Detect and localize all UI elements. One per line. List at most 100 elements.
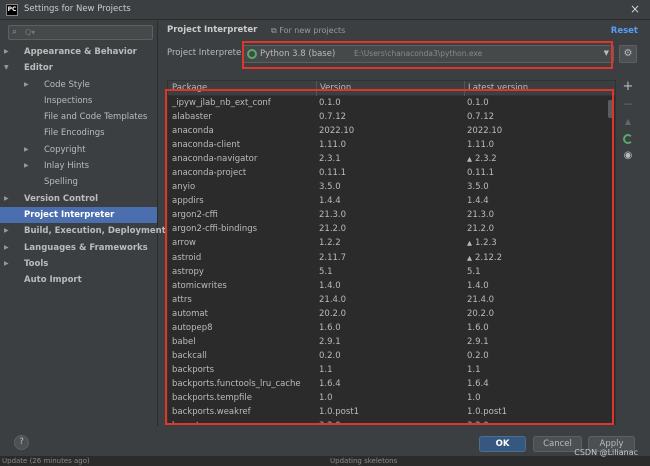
sidebar-item-tools[interactable]: ▶ Tools (0, 256, 157, 272)
table-row[interactable]: arrow 1.2.2 ▲ 1.2.3 (168, 236, 615, 250)
table-row[interactable]: astropy 5.1 5.1 (168, 265, 615, 279)
package-latest-version: 0.1.0 (467, 96, 489, 110)
package-name: astropy (172, 266, 204, 277)
chevron-down-icon[interactable]: ▼ (604, 49, 609, 57)
remove-package-icon[interactable]: − (619, 97, 637, 111)
sidebar-item-editor[interactable]: ▼ Editor (0, 60, 157, 76)
package-name: anaconda (172, 126, 214, 137)
gear-icon[interactable]: ⚙ (619, 45, 637, 63)
sidebar-item-copyright[interactable]: ▶ Copyright (0, 142, 157, 158)
settings-search-box[interactable]: ⌕ (8, 25, 153, 40)
table-row[interactable]: backports.tempfile 1.0 1.0 (168, 391, 615, 405)
sidebar-item-file-and-code-templates[interactable]: File and Code Templates (0, 109, 157, 125)
sidebar-item-spelling[interactable]: Spelling (0, 174, 157, 190)
sidebar-item-appearance-behavior[interactable]: ▶ Appearance & Behavior (0, 44, 157, 60)
package-name: appdirs (172, 196, 204, 207)
interpreter-dropdown[interactable]: Python 3.8 (base) E:\Users\chanaconda3\p… (242, 45, 614, 63)
table-row[interactable]: anaconda-navigator 2.3.1 ▲ 2.3.2 (168, 152, 615, 166)
latest-version-text: 1.11.0 (467, 140, 495, 151)
column-divider[interactable] (316, 81, 317, 96)
help-icon[interactable]: ? (14, 435, 29, 450)
table-row[interactable]: attrs 21.4.0 21.4.0 (168, 293, 615, 307)
sidebar-item-languages-frameworks[interactable]: ▶ Languages & Frameworks (0, 240, 157, 256)
package-version: 5.1 (319, 266, 333, 277)
table-row[interactable]: appdirs 1.4.4 1.4.4 (168, 194, 615, 208)
table-row[interactable]: anaconda-client 1.11.0 1.11.0 (168, 138, 615, 152)
table-row[interactable]: anaconda 2022.10 2022.10 (168, 124, 615, 138)
add-package-icon[interactable]: + (619, 80, 637, 94)
table-row[interactable]: babel 2.9.1 2.9.1 (168, 335, 615, 349)
table-row[interactable]: backports.functools_lru_cache 1.6.4 1.6.4 (168, 377, 615, 391)
table-row[interactable]: anaconda-project 0.11.1 0.11.1 (168, 166, 615, 180)
sidebar-item-inlay-hints[interactable]: ▶ Inlay Hints (0, 158, 157, 174)
latest-version-text: 2.3.2 (475, 154, 497, 165)
reset-link[interactable]: Reset (611, 26, 638, 36)
latest-version-text: 0.7.12 (467, 112, 495, 123)
chevron-right-icon[interactable]: ▶ (4, 44, 9, 60)
package-name: argon2-cffi (172, 210, 218, 221)
table-row[interactable]: backcall 0.2.0 0.2.0 (168, 349, 615, 363)
latest-version-text: 21.3.0 (467, 210, 495, 221)
package-name: astroid (172, 252, 202, 263)
table-row[interactable]: astroid 2.11.7 ▲ 2.12.2 (168, 251, 615, 265)
interpreter-path: E:\Users\chanaconda3\python.exe (354, 49, 483, 58)
chevron-down-icon[interactable]: ▼ (4, 60, 9, 76)
packages-table: Package Version Latest version _ipyw_jla… (167, 80, 616, 425)
table-row[interactable]: bcrypt 3.2.0 3.2.0 (168, 419, 615, 424)
package-version: 21.3.0 (319, 210, 347, 221)
sidebar-item-auto-import[interactable]: Auto Import (0, 272, 157, 288)
sidebar-item-build-execution-deployment[interactable]: ▶ Build, Execution, Deployment (0, 223, 166, 239)
sidebar-item-version-control[interactable]: ▶ Version Control (0, 191, 157, 207)
ok-button[interactable]: OK (479, 436, 526, 452)
package-latest-version: 1.0.post1 (467, 405, 507, 419)
package-version: 0.2.0 (319, 350, 341, 361)
settings-search-input[interactable] (25, 26, 150, 39)
sidebar-item-project-interpreter[interactable]: Project Interpreter (0, 206, 157, 224)
package-name: autopep8 (172, 322, 213, 333)
latest-version-text: 1.0.post1 (467, 407, 507, 418)
column-header-latest-version[interactable]: Latest version (468, 83, 528, 93)
table-row[interactable]: automat 20.2.0 20.2.0 (168, 307, 615, 321)
table-row[interactable]: argon2-cffi 21.3.0 21.3.0 (168, 208, 615, 222)
chevron-right-icon[interactable]: ▶ (24, 158, 29, 174)
title-bar: PC Settings for New Projects × (0, 0, 650, 20)
table-row[interactable]: alabaster 0.7.12 0.7.12 (168, 110, 615, 124)
chevron-right-icon[interactable]: ▶ (4, 240, 9, 256)
table-row[interactable]: autopep8 1.6.0 1.6.0 (168, 321, 615, 335)
table-row[interactable]: backports.weakref 1.0.post1 1.0.post1 (168, 405, 615, 419)
table-row[interactable]: atomicwrites 1.4.0 1.4.0 (168, 279, 615, 293)
table-row[interactable]: argon2-cffi-bindings 21.2.0 21.2.0 (168, 222, 615, 236)
package-name: anaconda-navigator (172, 154, 258, 165)
column-header-version[interactable]: Version (320, 83, 351, 93)
chevron-right-icon[interactable]: ▶ (4, 191, 9, 207)
package-name: attrs (172, 294, 192, 305)
package-latest-version: 5.1 (467, 265, 481, 279)
package-version: 21.2.0 (319, 224, 347, 235)
sidebar-item-code-style[interactable]: ▶ Code Style (0, 77, 157, 93)
latest-version-text: 3.2.0 (467, 421, 489, 424)
column-header-package[interactable]: Package (172, 83, 207, 93)
chevron-right-icon[interactable]: ▶ (4, 223, 9, 239)
package-version: 2.3.1 (319, 154, 341, 165)
close-icon[interactable]: × (630, 2, 640, 16)
sidebar-item-inspections[interactable]: Inspections (0, 93, 157, 109)
package-name: backports.tempfile (172, 392, 252, 403)
column-divider[interactable] (464, 81, 465, 96)
chevron-right-icon[interactable]: ▶ (24, 77, 29, 93)
latest-version-text: 1.4.4 (467, 196, 489, 207)
chevron-right-icon[interactable]: ▶ (24, 142, 29, 158)
table-row[interactable]: _ipyw_jlab_nb_ext_conf 0.1.0 0.1.0 (168, 96, 615, 110)
package-latest-version: 0.7.12 (467, 110, 494, 124)
table-row[interactable]: anyio 3.5.0 3.5.0 (168, 180, 615, 194)
refresh-icon[interactable] (619, 132, 637, 146)
show-early-releases-eye-icon[interactable]: ◉ (619, 149, 637, 163)
table-scrollbar[interactable] (608, 100, 613, 118)
package-name: _ipyw_jlab_nb_ext_conf (172, 98, 271, 108)
sidebar-item-label: Languages & Frameworks (24, 242, 148, 253)
sidebar-item-file-encodings[interactable]: File Encodings (0, 125, 157, 141)
table-row[interactable]: backports 1.1 1.1 (168, 363, 615, 377)
package-latest-version: 1.4.4 (467, 194, 489, 208)
settings-nav-tree: ▶ Appearance & Behavior ▼ Editor ▶ Code Style… (0, 44, 166, 288)
upgrade-package-icon[interactable]: ▲ (619, 115, 637, 129)
chevron-right-icon[interactable]: ▶ (4, 256, 9, 272)
